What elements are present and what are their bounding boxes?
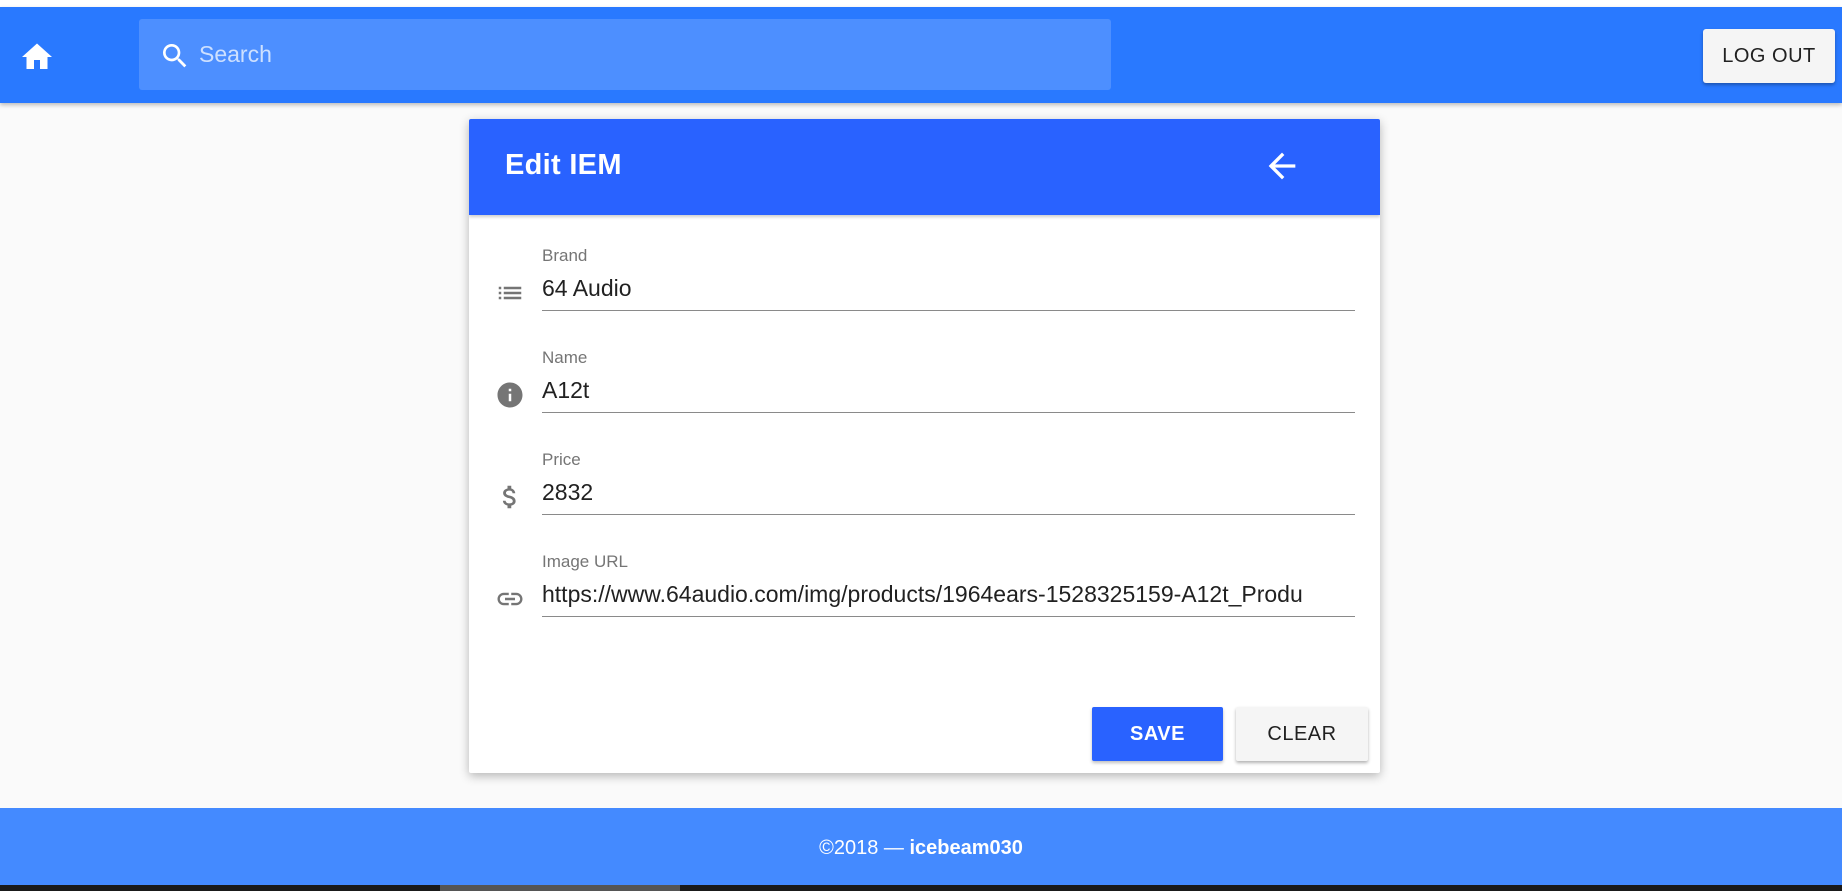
top-strip (0, 0, 1842, 7)
price-field: Price (469, 450, 1380, 550)
bottom-bar-tab (440, 885, 680, 891)
bottom-bar (0, 885, 1842, 891)
card-header: Edit IEM (469, 119, 1380, 215)
name-label: Name (542, 348, 588, 367)
image-url-field: Image URL (469, 552, 1380, 652)
footer-author: icebeam030 (909, 837, 1023, 859)
brand-label: Brand (542, 246, 588, 265)
search-bar (139, 19, 1111, 90)
brand-field: Brand (469, 246, 1380, 346)
name-input[interactable] (542, 368, 1355, 413)
footer-copyright: ©2018 — (819, 837, 910, 859)
dollar-icon (495, 482, 525, 512)
footer: ©2018 — icebeam030 (0, 808, 1842, 885)
price-label: Price (542, 450, 581, 469)
image-url-label: Image URL (542, 552, 628, 571)
name-field: Name (469, 348, 1380, 448)
home-icon[interactable] (18, 39, 56, 75)
clear-button[interactable]: CLEAR (1236, 707, 1368, 761)
info-icon (495, 380, 525, 410)
brand-input[interactable] (542, 266, 1355, 311)
arrow-back-icon[interactable] (1262, 146, 1302, 186)
save-button[interactable]: SAVE (1092, 707, 1223, 761)
link-icon (495, 584, 525, 614)
logout-button[interactable]: LOG OUT (1703, 29, 1835, 83)
search-input[interactable] (199, 19, 1089, 90)
card-title: Edit IEM (505, 149, 622, 181)
search-icon (159, 40, 191, 72)
image-url-input[interactable] (542, 572, 1355, 617)
app-bar: LOG OUT (0, 7, 1842, 103)
list-icon (495, 278, 525, 308)
price-input[interactable] (542, 470, 1355, 515)
edit-iem-card: Edit IEM Brand Name Price Image URL SAVE… (469, 119, 1380, 773)
